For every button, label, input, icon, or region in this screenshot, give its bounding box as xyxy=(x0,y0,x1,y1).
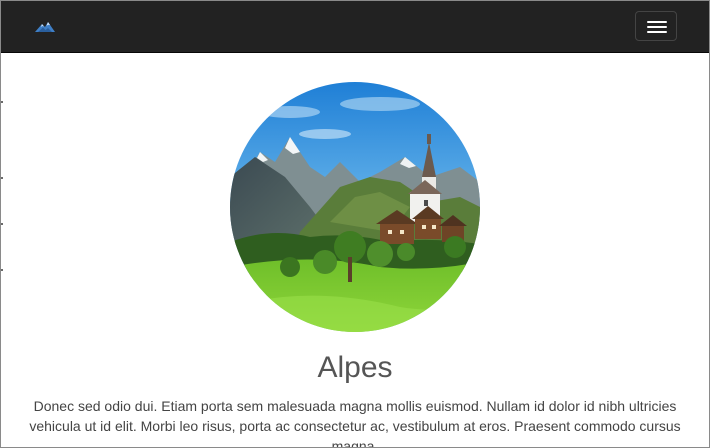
mountain-logo-icon xyxy=(35,22,55,32)
menu-toggle-button[interactable] xyxy=(635,11,677,41)
hamburger-menu-bar xyxy=(647,26,667,28)
brand-logo[interactable] xyxy=(32,18,58,36)
top-navbar xyxy=(1,1,709,53)
page-description: Donec sed odio dui. Etiam porta sem male… xyxy=(29,398,681,448)
hamburger-menu-bar xyxy=(647,31,667,33)
alpine-village-photo xyxy=(230,82,480,332)
page-frame: Alpes Donec sed odio dui. Etiam porta se… xyxy=(0,0,710,448)
hamburger-menu-icon xyxy=(647,21,667,23)
page-title: Alpes xyxy=(317,351,393,384)
